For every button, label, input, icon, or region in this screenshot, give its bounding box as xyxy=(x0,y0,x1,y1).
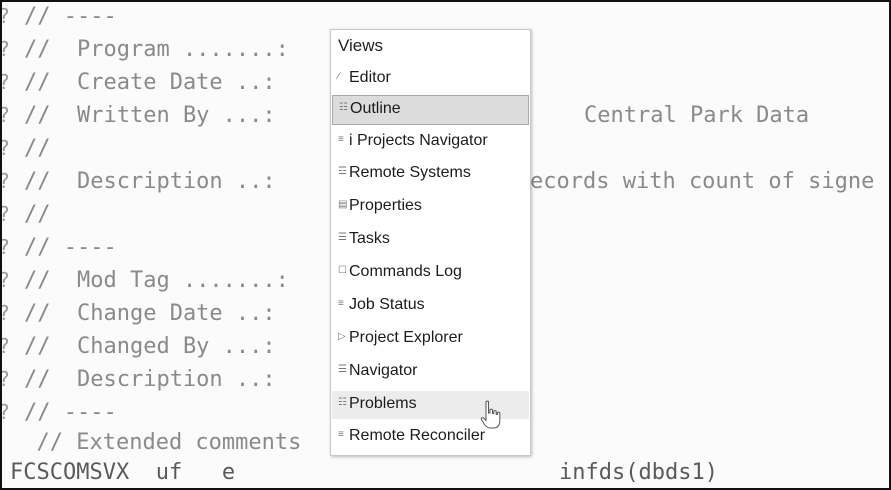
code-text: // Written By ...: xyxy=(24,103,276,128)
line-marker: ? xyxy=(2,363,12,396)
menu-item-tasks[interactable]: ☰ Tasks xyxy=(332,226,529,254)
menu-item-label: Remote Reconciler xyxy=(349,427,486,444)
commands-log-icon: ☐ xyxy=(338,265,347,276)
menu-item-label: Navigator xyxy=(349,362,418,379)
navigator-icon: ☰ xyxy=(338,364,347,375)
menu-item-label: Properties xyxy=(349,197,422,214)
written-by-value: Central Park Data xyxy=(584,103,810,128)
code-line[interactable]: ? // xyxy=(2,198,55,231)
line-marker: ? xyxy=(2,165,12,198)
menu-item-outline[interactable]: ☷ Outline xyxy=(332,95,529,125)
line-marker: ? xyxy=(2,231,12,264)
code-line[interactable]: ? // Mod Tag .......: xyxy=(2,264,289,297)
code-line[interactable]: ? // Change Date ..: xyxy=(2,297,276,330)
tasks-icon: ☰ xyxy=(338,232,347,243)
menu-item-label: Project Explorer xyxy=(349,329,463,346)
code-text: // ---- xyxy=(24,400,117,425)
line-marker: ? xyxy=(2,2,12,33)
menu-item-navigator[interactable]: ☰ Navigator xyxy=(332,358,529,386)
line-marker: ? xyxy=(2,132,12,165)
line-marker: ? xyxy=(2,396,12,429)
menu-item-label: Commands Log xyxy=(349,263,462,280)
file-spec-left[interactable]: FCSCOMSVX uf e xyxy=(10,456,235,488)
menu-item-label: i Projects Navigator xyxy=(349,132,488,149)
menu-item-label: Outline xyxy=(350,100,401,117)
code-text: // xyxy=(24,136,51,161)
code-line[interactable]: ? // Changed By ...: xyxy=(2,330,276,363)
menu-item-label: Job Status xyxy=(349,296,425,313)
line-marker: ? xyxy=(2,330,12,363)
projects-navigator-icon: ≡ xyxy=(338,134,344,145)
problems-icon: ☷ xyxy=(338,397,347,408)
properties-icon: ▤ xyxy=(338,199,348,210)
code-line[interactable]: ? // xyxy=(2,132,55,165)
remote-systems-icon: ☲ xyxy=(338,166,347,177)
code-text: // Description ..: xyxy=(24,367,276,392)
description-value: ecords with count of signe xyxy=(530,169,875,194)
code-text: // Description ..: xyxy=(24,169,276,194)
pencil-icon: ∕ xyxy=(338,71,340,82)
code-text: // Extended comments xyxy=(10,430,302,455)
menu-item-projects-navigator[interactable]: ≡ i Projects Navigator xyxy=(332,128,529,156)
remote-reconciler-icon: ≡ xyxy=(338,429,344,440)
code-line[interactable]: ? // Program .......: xyxy=(2,33,289,66)
code-line[interactable]: ? // Written By ...: xyxy=(2,99,276,132)
code-line[interactable]: ? // ---- xyxy=(2,231,117,264)
menu-item-editor[interactable]: ∕ Editor xyxy=(332,65,529,93)
code-text: // Changed By ...: xyxy=(24,334,276,359)
project-explorer-icon: ▷ xyxy=(338,331,346,342)
menu-item-label: Editor xyxy=(349,69,391,86)
code-line[interactable]: ? // Description ..: xyxy=(2,165,276,198)
code-text: // xyxy=(24,202,51,227)
line-marker: ? xyxy=(2,297,12,330)
menu-item-project-explorer[interactable]: ▷ Project Explorer xyxy=(332,325,529,353)
code-text: // Change Date ..: xyxy=(24,301,276,326)
code-text: // Program .......: xyxy=(24,37,289,62)
views-popup-menu: Views ∕ Editor ☷ Outline ≡ i Projects Na… xyxy=(330,29,531,456)
line-marker: ? xyxy=(2,66,12,99)
code-text: // ---- xyxy=(24,4,117,29)
code-text: // ---- xyxy=(24,235,117,260)
line-marker: ? xyxy=(2,264,12,297)
menu-item-label: Problems xyxy=(349,395,417,412)
popup-title: Views xyxy=(338,36,384,55)
code-text: // Create Date ..: xyxy=(24,70,276,95)
file-spec-right[interactable]: infds(dbds1) xyxy=(559,456,718,488)
code-line[interactable]: ? // Description ..: xyxy=(2,363,276,396)
outline-icon: ☷ xyxy=(339,102,348,113)
job-status-icon: ≡ xyxy=(338,298,344,309)
line-marker: ? xyxy=(2,33,12,66)
line-marker: ? xyxy=(2,198,12,231)
code-line[interactable]: ? // ---- xyxy=(2,396,117,429)
menu-item-job-status[interactable]: ≡ Job Status xyxy=(332,292,529,320)
code-line[interactable]: ? // ---- xyxy=(2,2,117,33)
menu-item-label: Tasks xyxy=(349,230,390,247)
menu-item-commands-log[interactable]: ☐ Commands Log xyxy=(332,259,529,287)
code-text: // Mod Tag .......: xyxy=(24,268,289,293)
code-line[interactable]: ? // Create Date ..: xyxy=(2,66,276,99)
hand-cursor-icon xyxy=(480,400,501,429)
menu-item-remote-systems[interactable]: ☲ Remote Systems xyxy=(332,160,529,188)
menu-item-label: Remote Systems xyxy=(349,164,471,181)
editor-window: ? // ---- ? // Program .......: ? // Cre… xyxy=(0,0,891,490)
line-marker: ? xyxy=(2,99,12,132)
code-line[interactable]: // Extended comments xyxy=(2,426,301,459)
menu-item-properties[interactable]: ▤ Properties xyxy=(332,193,529,221)
